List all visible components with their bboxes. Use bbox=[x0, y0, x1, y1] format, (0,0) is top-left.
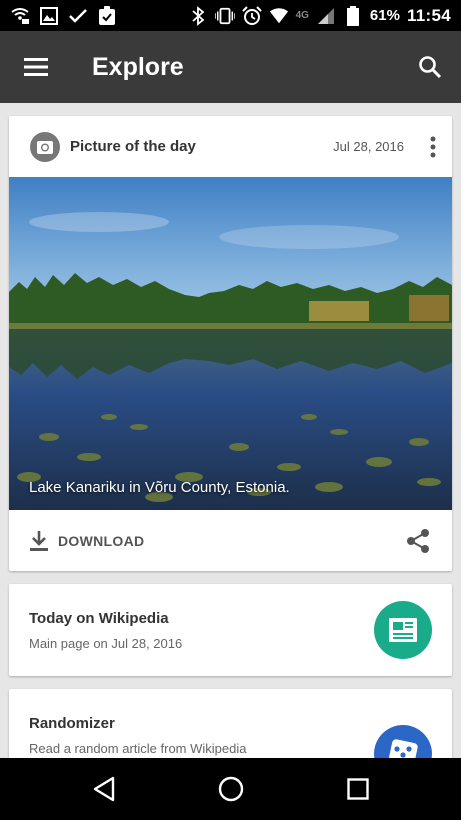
back-button[interactable] bbox=[79, 764, 129, 814]
today-title: Today on Wikipedia bbox=[29, 609, 169, 627]
potd-header: Picture of the day Jul 28, 2016 bbox=[9, 116, 452, 177]
randomizer-text: Randomizer Read a random article from Wi… bbox=[29, 715, 374, 756]
potd-image[interactable]: Lake Kanariku in Võru County, Estonia. bbox=[9, 177, 452, 510]
randomizer-title: Randomizer bbox=[29, 714, 115, 732]
recents-button[interactable] bbox=[333, 764, 383, 814]
potd-caption: Lake Kanariku in Võru County, Estonia. bbox=[29, 479, 290, 496]
signal-icon bbox=[316, 6, 336, 26]
more-options-button[interactable] bbox=[404, 127, 436, 167]
home-circle-icon bbox=[218, 776, 243, 802]
newspaper-icon bbox=[389, 618, 417, 642]
status-bar: 4G 61% 11:54 bbox=[0, 0, 461, 31]
wifi-call-icon bbox=[10, 6, 30, 26]
potd-title: Picture of the day bbox=[70, 138, 196, 155]
share-icon bbox=[407, 528, 429, 553]
clock: 11:54 bbox=[406, 5, 451, 25]
search-icon bbox=[419, 56, 442, 79]
randomizer-subtitle: Read a random article from Wikipedia bbox=[29, 740, 247, 756]
search-button[interactable] bbox=[399, 31, 461, 103]
download-button[interactable]: DOWNLOAD bbox=[29, 530, 144, 552]
home-button[interactable] bbox=[206, 764, 256, 814]
share-button[interactable] bbox=[404, 527, 432, 555]
today-text: Today on Wikipedia Main page on Jul 28, … bbox=[29, 610, 374, 651]
navigation-bar bbox=[0, 758, 461, 820]
app-bar: Explore bbox=[0, 31, 461, 103]
battery-percent: 61% bbox=[369, 7, 400, 24]
today-subtitle: Main page on Jul 28, 2016 bbox=[29, 635, 183, 651]
menu-button[interactable] bbox=[0, 31, 72, 103]
bluetooth-icon bbox=[188, 5, 208, 26]
hamburger-icon bbox=[24, 58, 48, 76]
camera-icon bbox=[30, 131, 60, 162]
today-icon-badge bbox=[374, 601, 432, 659]
recents-square-icon bbox=[346, 778, 369, 800]
potd-actions: DOWNLOAD bbox=[9, 510, 452, 571]
download-label: DOWNLOAD bbox=[58, 532, 145, 549]
network-type: 4G bbox=[295, 10, 309, 21]
potd-date: Jul 28, 2016 bbox=[333, 139, 404, 154]
download-icon bbox=[30, 530, 48, 551]
picture-of-the-day-card[interactable]: Picture of the day Jul 28, 2016 Lake Kan… bbox=[9, 116, 452, 571]
wifi-icon bbox=[269, 6, 289, 26]
check-icon bbox=[68, 6, 88, 26]
gallery-icon bbox=[39, 6, 59, 26]
lake-photo bbox=[9, 177, 452, 510]
alarm-icon bbox=[241, 5, 262, 26]
battery-icon bbox=[343, 5, 363, 26]
vibrate-icon bbox=[214, 6, 235, 26]
back-triangle-icon bbox=[93, 776, 114, 802]
today-on-wikipedia-card[interactable]: Today on Wikipedia Main page on Jul 28, … bbox=[9, 584, 452, 676]
more-vert-icon bbox=[430, 136, 436, 157]
clipboard-check-icon bbox=[97, 5, 117, 26]
page-title: Explore bbox=[92, 52, 184, 81]
